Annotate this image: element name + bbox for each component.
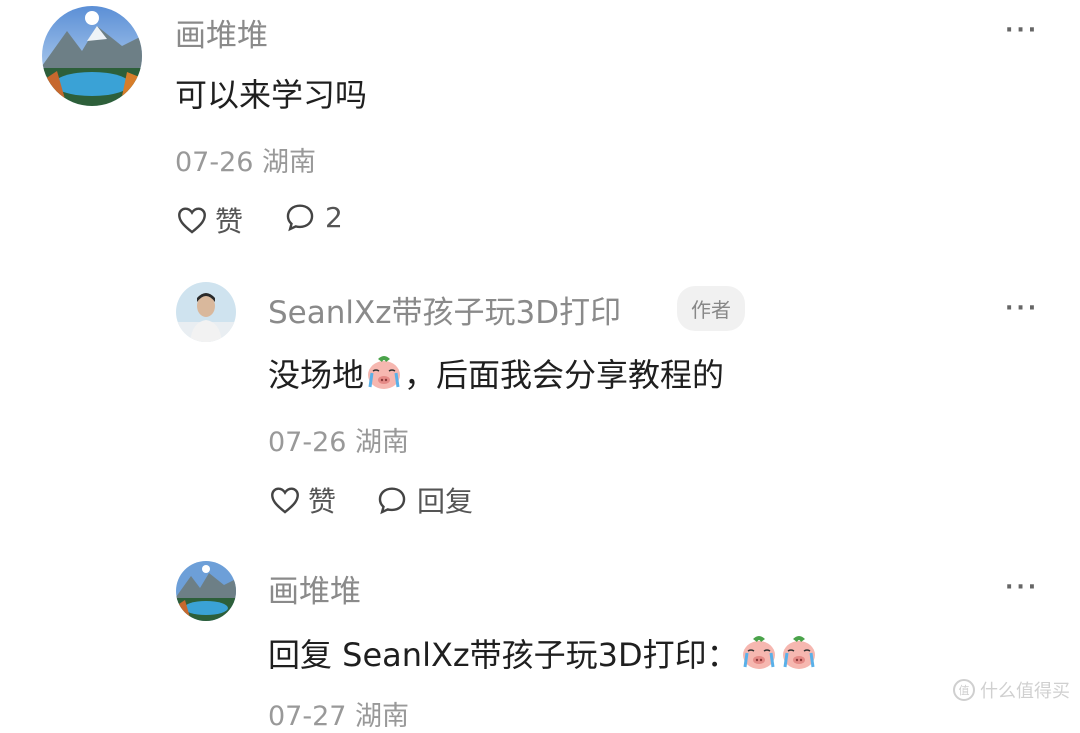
watermark-text: 什么值得买 — [980, 681, 1070, 702]
reply-button[interactable]: 回复 — [375, 480, 473, 520]
comment-text: 没场地 ，后面我会分享教程的 — [268, 350, 724, 401]
author-badge: 作者 — [677, 286, 745, 331]
watermark: 值 什么值得买 — [952, 677, 1070, 703]
comment-count-button[interactable]: 2 — [283, 200, 343, 234]
comment-author[interactable]: SeanlXz带孩子玩3D打印 — [268, 287, 621, 332]
more-options-icon[interactable]: ··· — [1005, 575, 1039, 600]
comment-bubble-icon — [286, 204, 314, 232]
like-label: 赞 — [308, 485, 337, 518]
comment-text-part: ，后面我会分享教程的 — [404, 356, 725, 394]
comment-meta: 07-26 湖南 — [268, 427, 410, 458]
comment-count: 2 — [325, 200, 343, 234]
like-button[interactable]: 赞 — [268, 480, 336, 520]
more-options-icon[interactable]: ··· — [1005, 18, 1039, 43]
comment-author[interactable]: 画堆堆 — [268, 566, 361, 611]
heart-icon — [178, 207, 206, 234]
like-label: 赞 — [215, 205, 244, 238]
comment-bubble-icon — [378, 487, 406, 515]
comment-text-part: 回复 SeanlXz带孩子玩3D打印： — [268, 636, 739, 674]
watermark-logo-icon: 值 — [953, 679, 975, 701]
crying-pig-emoji — [364, 353, 404, 401]
comment-author[interactable]: 画堆堆 — [175, 10, 268, 55]
svg-text:值: 值 — [959, 684, 970, 697]
crying-pig-emoji — [739, 633, 779, 681]
avatar[interactable] — [176, 561, 236, 621]
comment-text: 回复 SeanlXz带孩子玩3D打印： — [268, 630, 819, 681]
like-button[interactable]: 赞 — [175, 200, 243, 240]
comment-text-part: 没场地 — [268, 356, 365, 394]
heart-icon — [271, 487, 299, 514]
avatar[interactable] — [176, 282, 236, 342]
more-options-icon[interactable]: ··· — [1005, 296, 1039, 321]
comment-text: 可以来学习吗 — [175, 76, 368, 114]
reply-label: 回复 — [417, 485, 474, 518]
avatar[interactable] — [42, 6, 142, 106]
comment-meta: 07-27 湖南 — [268, 701, 410, 732]
comment-meta: 07-26 湖南 — [175, 147, 317, 178]
crying-pig-emoji — [779, 633, 819, 681]
